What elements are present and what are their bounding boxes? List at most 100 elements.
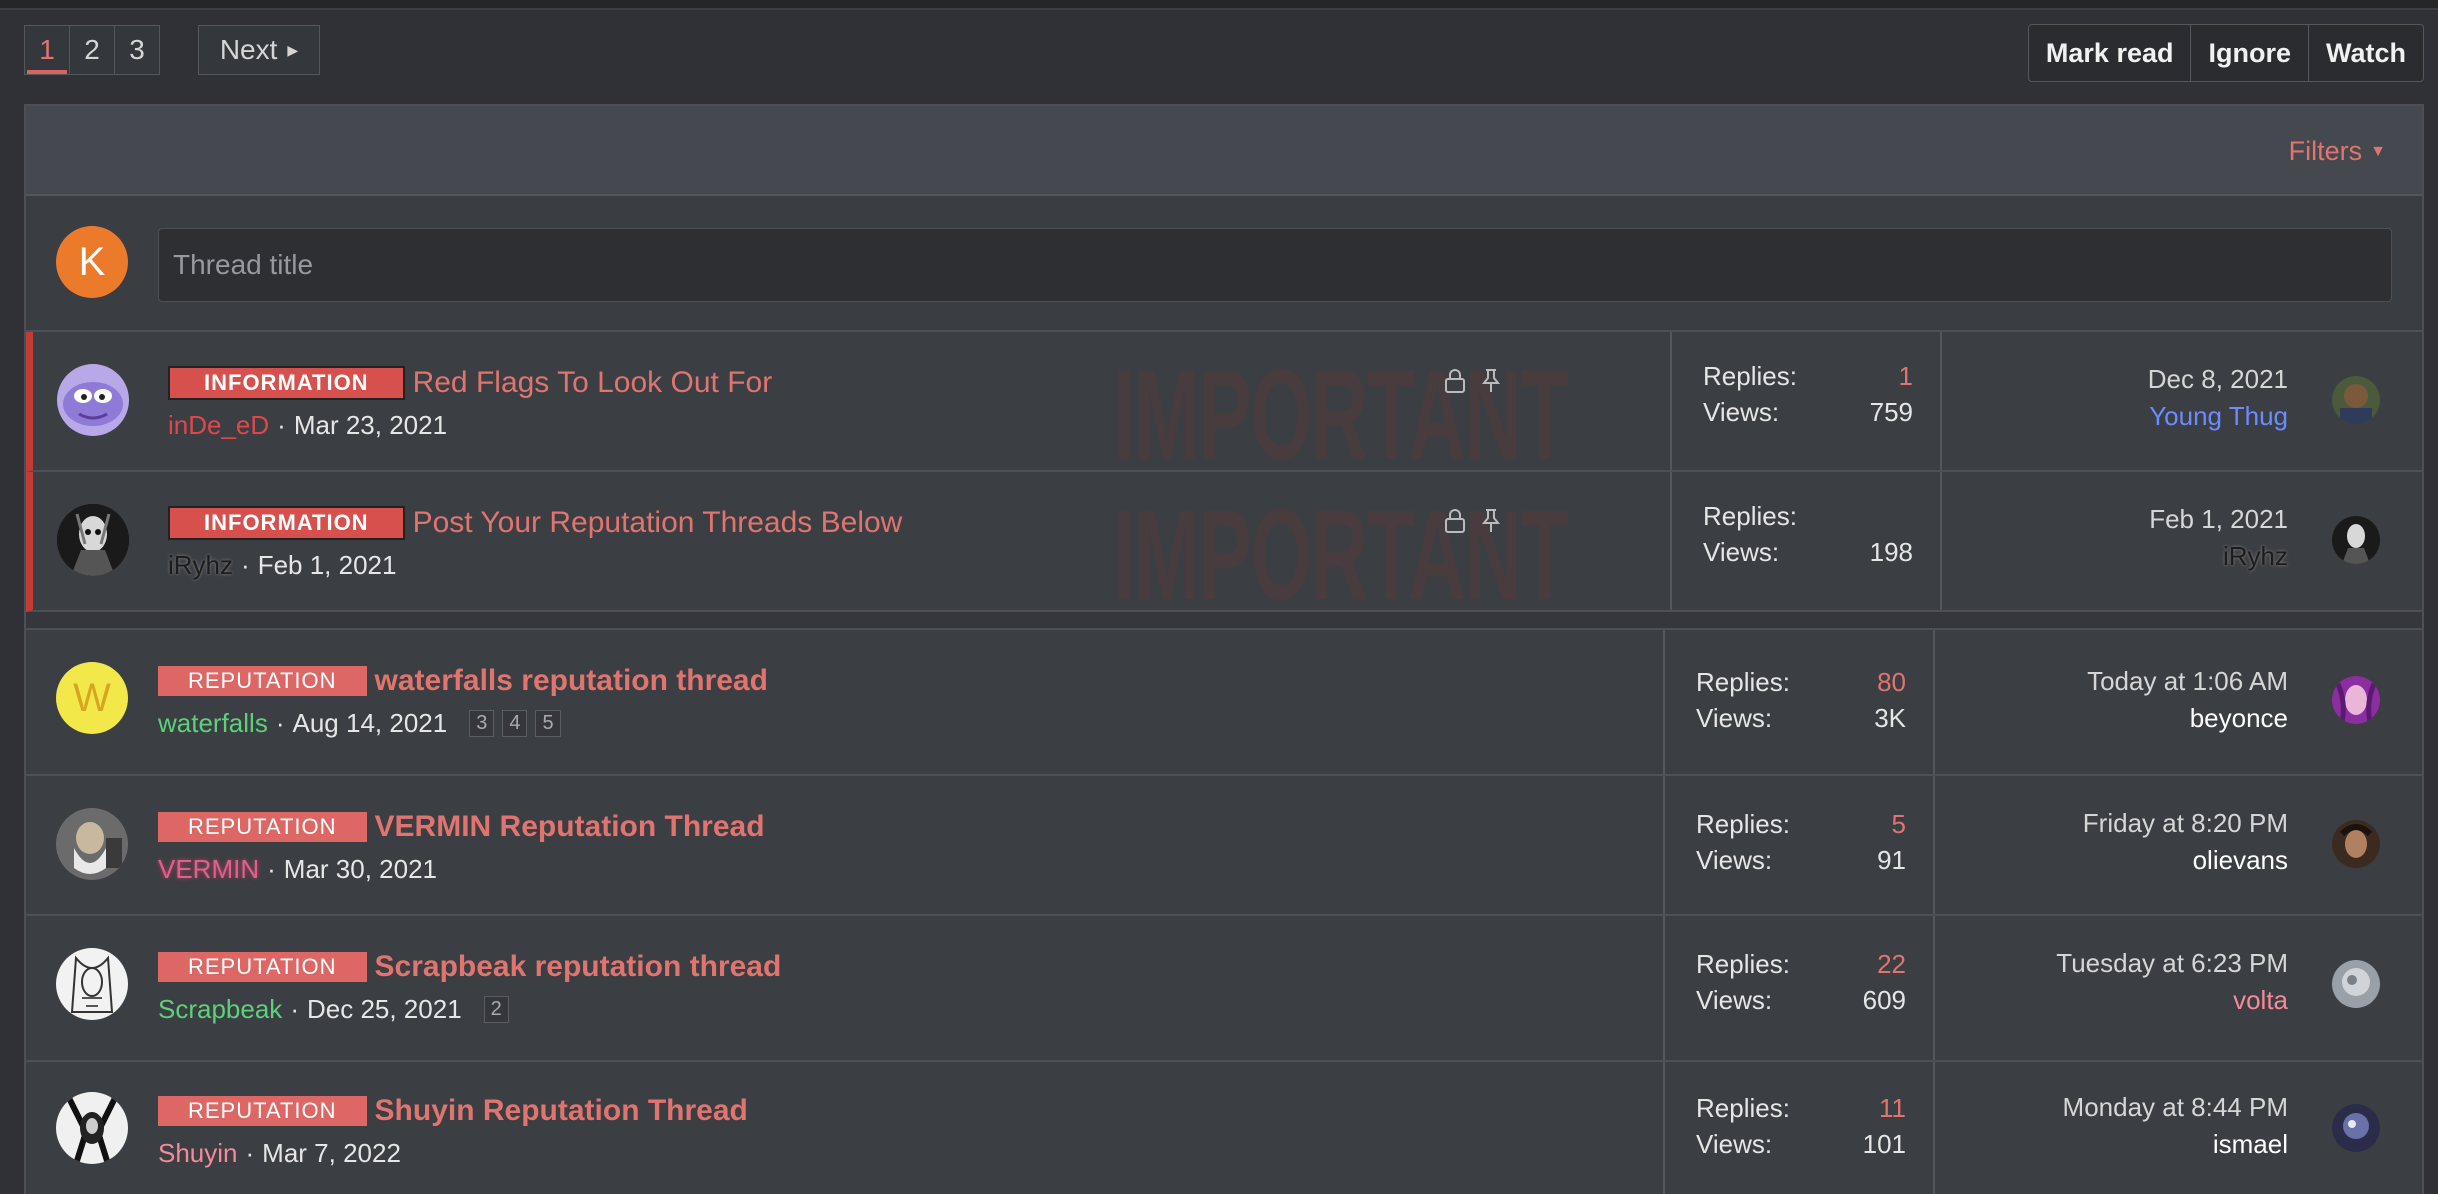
author-link[interactable]: Shuyin xyxy=(158,1138,238,1169)
last-post-date[interactable]: Feb 1, 2021 xyxy=(2149,504,2288,535)
author-link[interactable]: iRyhz xyxy=(168,550,233,581)
thread-title-link[interactable]: Scrapbeak reputation thread xyxy=(375,950,782,984)
table-row: REPUTATION VERMIN Reputation Thread VERM… xyxy=(26,776,2422,916)
prefix-label[interactable]: REPUTATION xyxy=(158,952,367,982)
page-link[interactable]: 4 xyxy=(502,710,528,737)
ignore-button[interactable]: Ignore xyxy=(2191,25,2309,81)
next-page-button[interactable]: Next ▶ xyxy=(198,25,320,75)
page-link[interactable]: 3 xyxy=(469,710,495,737)
thread-title-link[interactable]: Red Flags To Look Out For xyxy=(413,366,773,400)
avatar[interactable] xyxy=(56,948,128,1020)
avatar[interactable]: K xyxy=(56,226,128,298)
avatar[interactable] xyxy=(2332,1104,2380,1152)
replies-label: Replies: xyxy=(1696,808,1790,839)
prefix-label[interactable]: INFORMATION xyxy=(168,366,405,400)
avatar[interactable] xyxy=(57,364,129,436)
avatar[interactable] xyxy=(2332,376,2380,424)
column-divider xyxy=(1670,332,1672,470)
last-poster-link[interactable]: Young Thug xyxy=(2148,401,2288,432)
last-post-date[interactable]: Today at 1:06 AM xyxy=(2087,666,2288,697)
author-link[interactable]: VERMIN xyxy=(158,854,259,885)
last-poster-link[interactable]: olievans xyxy=(2083,845,2288,876)
thread-title-link[interactable]: Post Your Reputation Threads Below xyxy=(413,506,903,540)
thread-status-icons xyxy=(1444,368,1502,401)
thread-title-link[interactable]: VERMIN Reputation Thread xyxy=(375,810,765,844)
table-row: W REPUTATION waterfalls reputation threa… xyxy=(26,630,2422,776)
page-1-button[interactable]: 1 xyxy=(24,25,70,75)
last-poster-link[interactable]: volta xyxy=(2056,985,2288,1016)
page-link[interactable]: 5 xyxy=(535,710,561,737)
meta-separator: · xyxy=(277,410,286,440)
thread-title-line: INFORMATION Red Flags To Look Out For xyxy=(168,366,772,400)
start-date[interactable]: Feb 1, 2021 xyxy=(258,550,397,581)
meta-separator: · xyxy=(275,708,285,738)
replies-label: Replies: xyxy=(1696,666,1790,697)
last-post-date[interactable]: Monday at 8:44 PM xyxy=(2063,1092,2288,1123)
start-date[interactable]: Dec 25, 2021 xyxy=(307,994,462,1025)
views-count: 759 xyxy=(1869,396,1913,427)
thread-meta: waterfalls · Aug 14, 2021 3 4 5 xyxy=(158,708,569,739)
start-date[interactable]: Mar 30, 2021 xyxy=(284,854,437,885)
last-post: Tuesday at 6:23 PM volta xyxy=(2056,948,2288,1016)
thread-title-line: REPUTATION waterfalls reputation thread xyxy=(158,664,768,698)
avatar[interactable] xyxy=(2332,676,2380,724)
replies-count[interactable]: 80 xyxy=(1877,667,1906,698)
page-2-button[interactable]: 2 xyxy=(69,25,115,75)
important-watermark: IMPORTANT xyxy=(1113,484,1569,627)
quick-thread: K xyxy=(26,196,2422,332)
thread-meta: iRyhz · Feb 1, 2021 xyxy=(168,550,396,581)
avatar[interactable] xyxy=(56,808,128,880)
last-post: Dec 8, 2021 Young Thug xyxy=(2148,364,2288,432)
filters-dropdown[interactable]: Filters ▼ xyxy=(2289,136,2386,167)
top-strip xyxy=(0,0,2438,10)
views-count: 609 xyxy=(1862,984,1906,1015)
page-link[interactable]: 2 xyxy=(483,996,509,1023)
replies-count[interactable]: 22 xyxy=(1877,949,1906,980)
last-post-date[interactable]: Dec 8, 2021 xyxy=(2148,364,2288,395)
last-poster-link[interactable]: iRyhz xyxy=(2149,541,2288,572)
views-label: Views: xyxy=(1696,702,1773,733)
mark-read-button[interactable]: Mark read xyxy=(2029,25,2192,81)
thread-title-line: REPUTATION Shuyin Reputation Thread xyxy=(158,1094,748,1128)
start-date[interactable]: Mar 7, 2022 xyxy=(262,1138,401,1169)
meta-separator: · xyxy=(241,550,250,580)
last-poster-link[interactable]: beyonce xyxy=(2087,703,2288,734)
replies-label: Replies: xyxy=(1703,500,1797,531)
thread-title-link[interactable]: waterfalls reputation thread xyxy=(375,664,768,698)
avatar[interactable] xyxy=(2332,960,2380,1008)
replies-label: Replies: xyxy=(1696,1092,1790,1123)
start-date[interactable]: Aug 14, 2021 xyxy=(293,708,448,739)
author-link[interactable]: Scrapbeak xyxy=(158,994,282,1025)
meta-separator: · xyxy=(267,854,276,884)
last-poster-link[interactable]: ismael xyxy=(2063,1129,2288,1160)
avatar[interactable] xyxy=(2332,820,2380,868)
lock-icon xyxy=(1444,368,1466,401)
watch-button[interactable]: Watch xyxy=(2309,25,2423,81)
thread-title-link[interactable]: Shuyin Reputation Thread xyxy=(375,1094,748,1128)
replies-count[interactable]: 11 xyxy=(1879,1093,1906,1124)
thread-stats: Replies: 11 Views: 101 xyxy=(1696,1090,1906,1162)
page-3-button[interactable]: 3 xyxy=(114,25,160,75)
last-post-date[interactable]: Friday at 8:20 PM xyxy=(2083,808,2288,839)
avatar[interactable] xyxy=(2332,516,2380,564)
avatar[interactable] xyxy=(57,504,129,576)
caret-right-icon: ▶ xyxy=(287,41,299,58)
prefix-label[interactable]: REPUTATION xyxy=(158,1096,367,1126)
prefix-label[interactable]: REPUTATION xyxy=(158,666,367,696)
last-post: Monday at 8:44 PM ismael xyxy=(2063,1092,2288,1160)
avatar[interactable]: W xyxy=(56,662,128,734)
thread-stats: Replies: 80 Views: 3K xyxy=(1696,664,1906,736)
replies-count[interactable]: 1 xyxy=(1899,361,1913,392)
start-date[interactable]: Mar 23, 2021 xyxy=(294,410,447,441)
avatar[interactable] xyxy=(56,1092,128,1164)
next-label: Next xyxy=(219,34,278,65)
thread-meta: Shuyin · Mar 7, 2022 xyxy=(158,1138,401,1169)
prefix-label[interactable]: INFORMATION xyxy=(168,506,405,540)
thread-title-input[interactable] xyxy=(158,228,2392,302)
author-link[interactable]: inDe_eD xyxy=(168,410,269,441)
last-post-date[interactable]: Tuesday at 6:23 PM xyxy=(2056,948,2288,979)
author-link[interactable]: waterfalls xyxy=(158,708,268,739)
replies-count[interactable]: 5 xyxy=(1892,809,1906,840)
prefix-label[interactable]: REPUTATION xyxy=(158,812,367,842)
column-divider xyxy=(1933,1062,1935,1194)
